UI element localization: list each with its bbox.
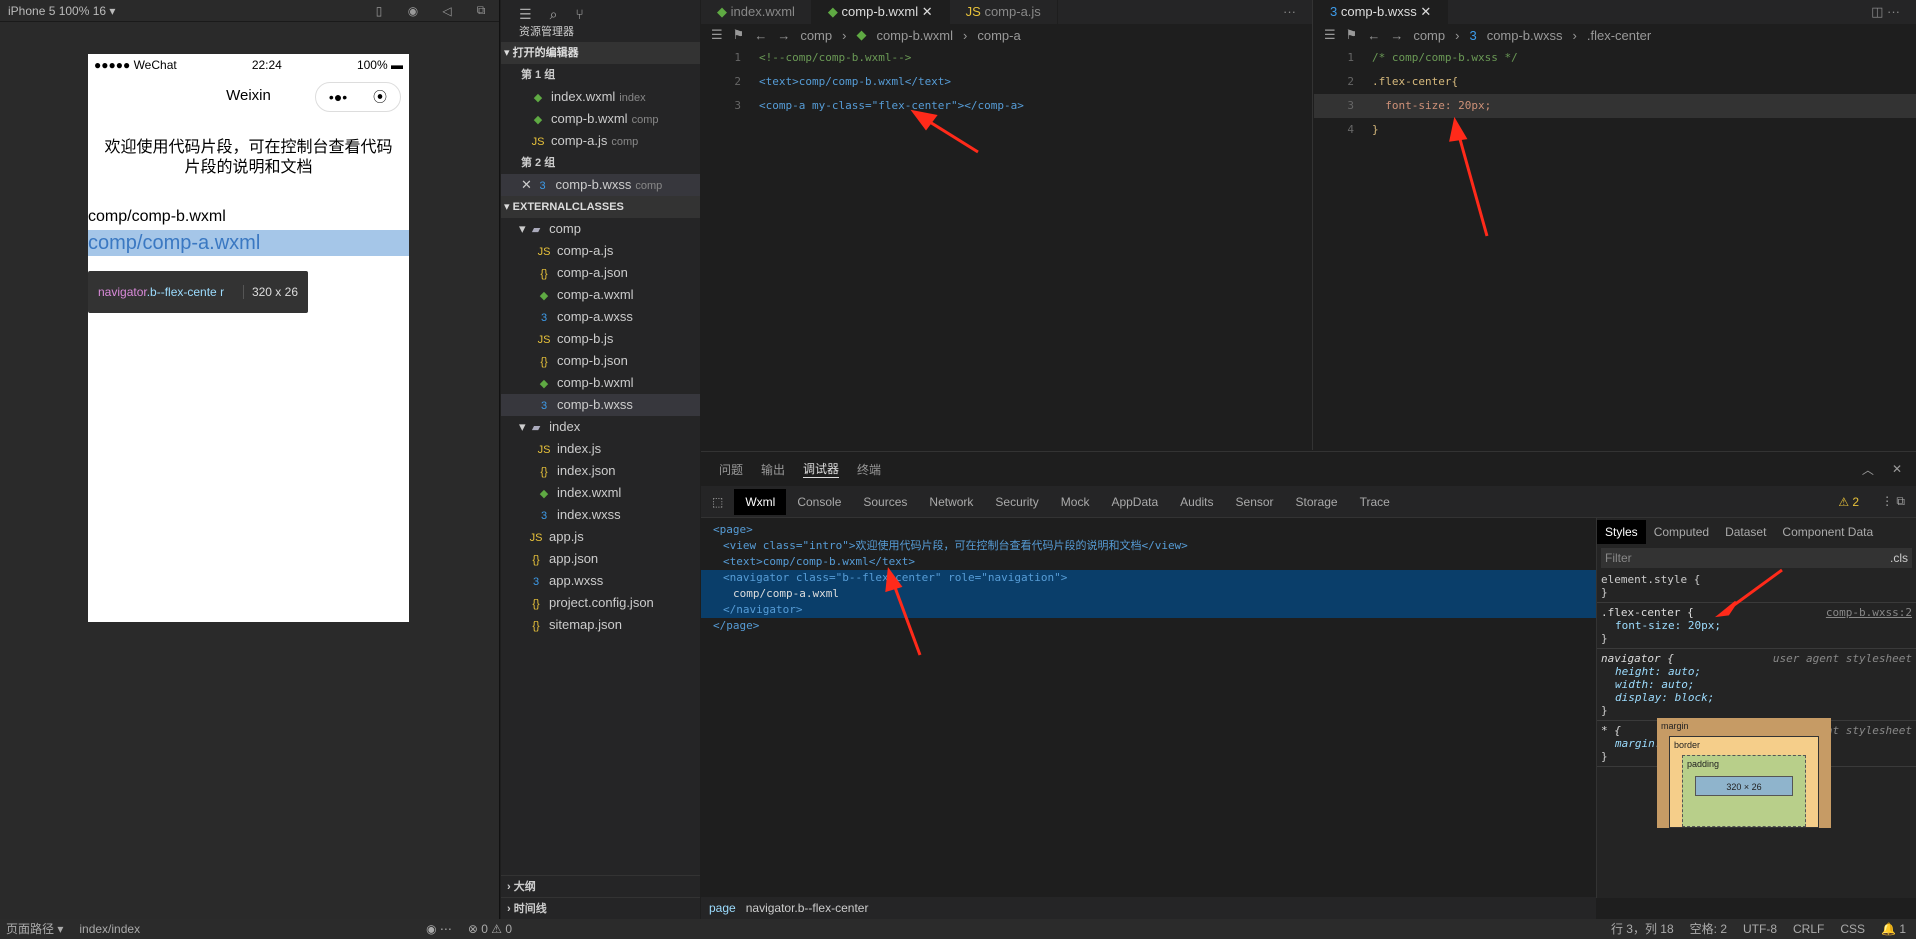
- arrow-head: [910, 109, 938, 131]
- arrow-head: [1714, 600, 1738, 618]
- arrow-head: [1449, 116, 1468, 142]
- arrow-code-class: [924, 117, 979, 154]
- arrow-style-rule: [1729, 568, 1783, 610]
- arrow-dom-class: [891, 581, 922, 656]
- annotation-arrows: [885, 109, 1783, 656]
- arrow-wxss-rule: [1456, 131, 1489, 237]
- arrow-head: [885, 566, 903, 593]
